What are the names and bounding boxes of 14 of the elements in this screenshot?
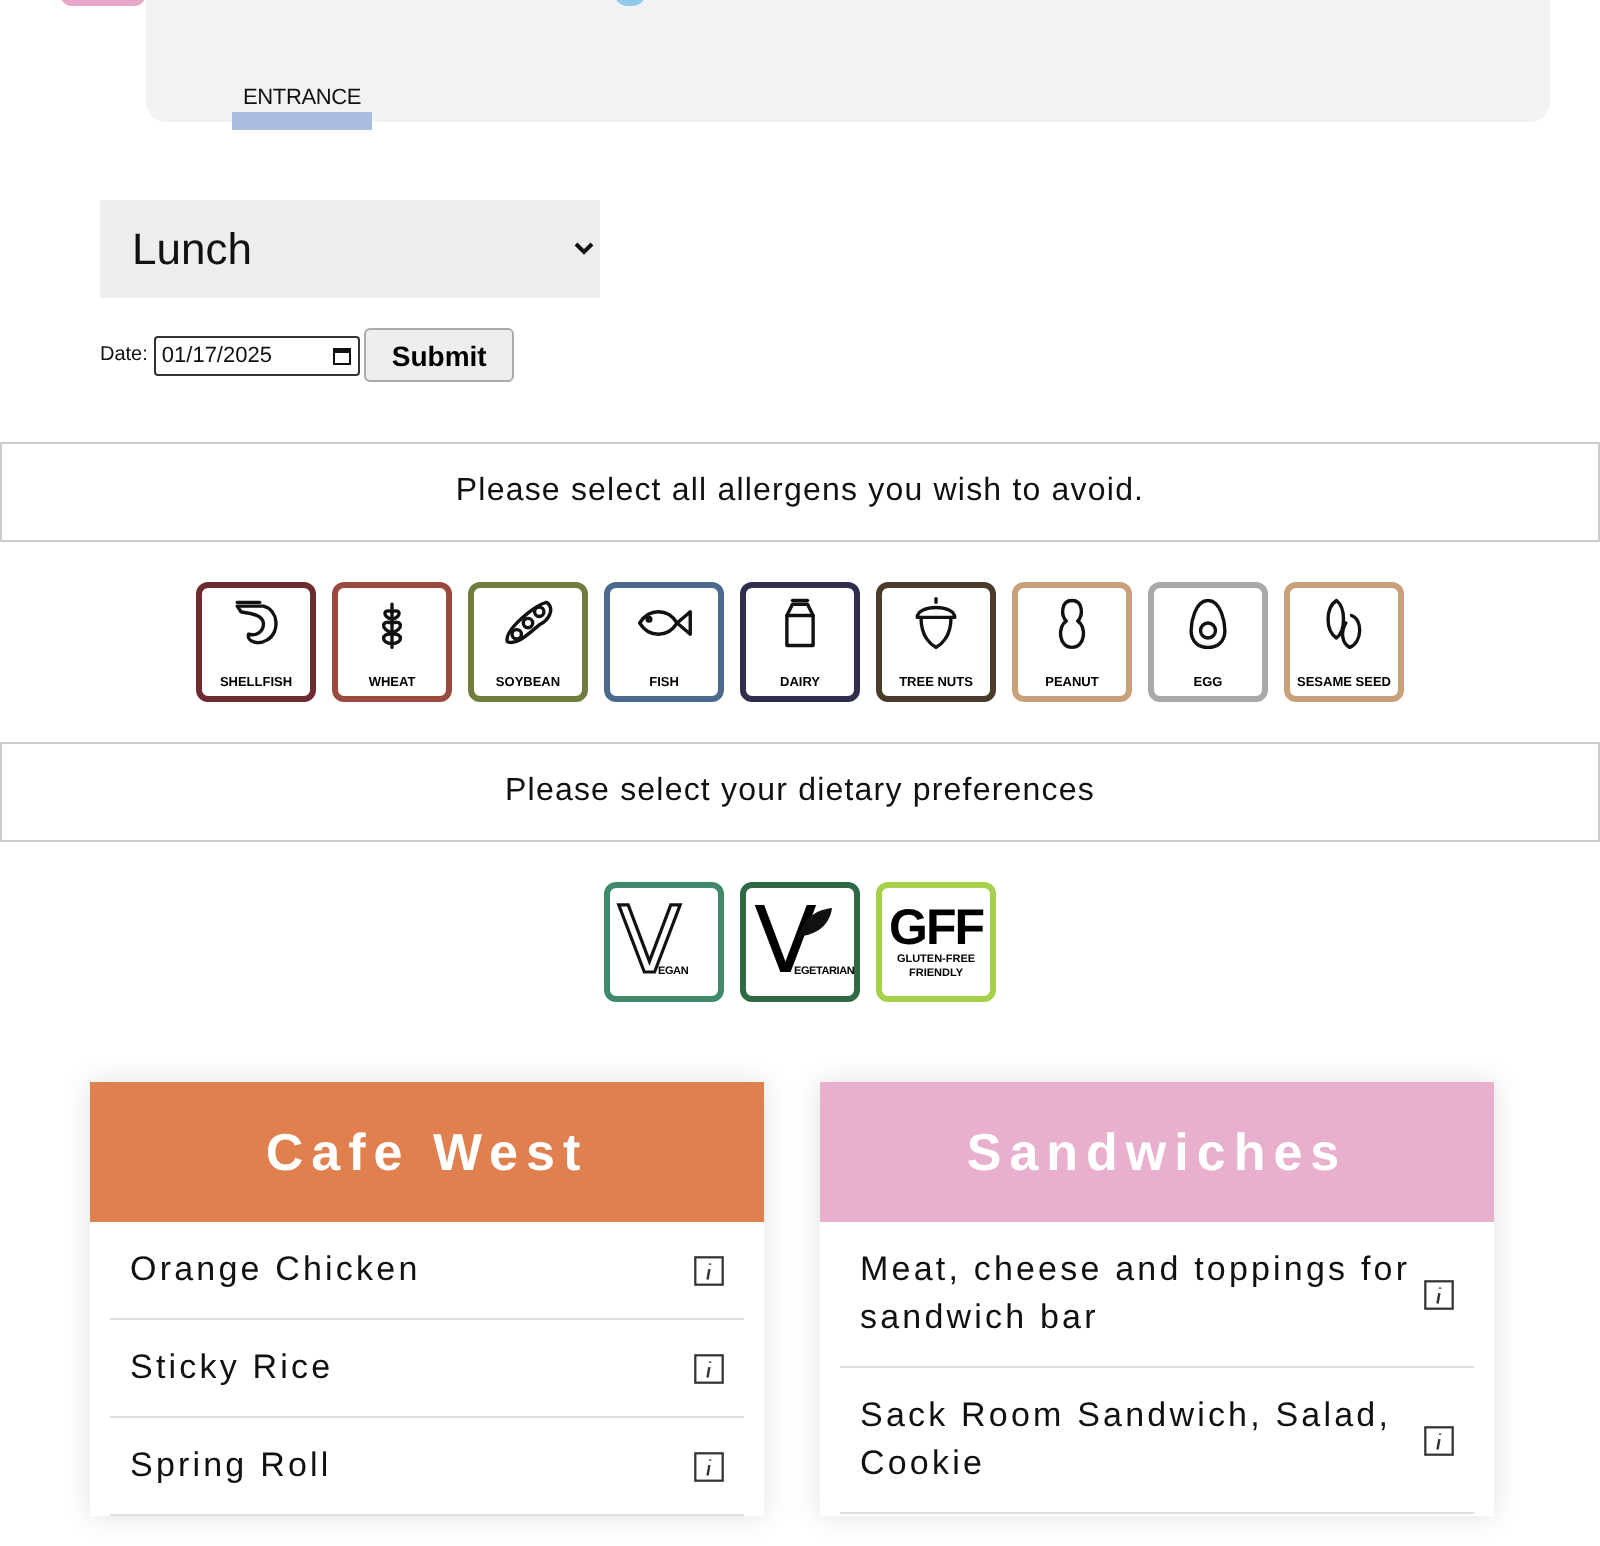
entrance-label: ENTRANCE xyxy=(243,86,361,110)
meal-select[interactable]: Lunch xyxy=(100,200,600,298)
submit-button[interactable]: Submit xyxy=(363,328,515,382)
station-header: Cafe West xyxy=(90,1082,764,1222)
diet-prompt: Please select your dietary preferences xyxy=(0,742,1600,842)
date-field[interactable]: 01/17/2025 xyxy=(153,335,360,375)
menu-item[interactable]: Orange Chicken xyxy=(130,1246,421,1294)
station-header: Sandwiches xyxy=(820,1082,1494,1222)
date-label: Date: xyxy=(100,344,148,366)
menu-item[interactable]: Meat, cheese and toppings for sandwich bar xyxy=(860,1246,1420,1342)
menu-item[interactable]: Sack Room Sandwich, Salad, Cookie xyxy=(860,1392,1420,1488)
menu-item[interactable]: Spring Roll xyxy=(130,1442,332,1490)
menu-item[interactable]: Sticky Rice xyxy=(130,1344,334,1392)
allergen-prompt: Please select all allergens you wish to avoid. xyxy=(0,442,1600,542)
